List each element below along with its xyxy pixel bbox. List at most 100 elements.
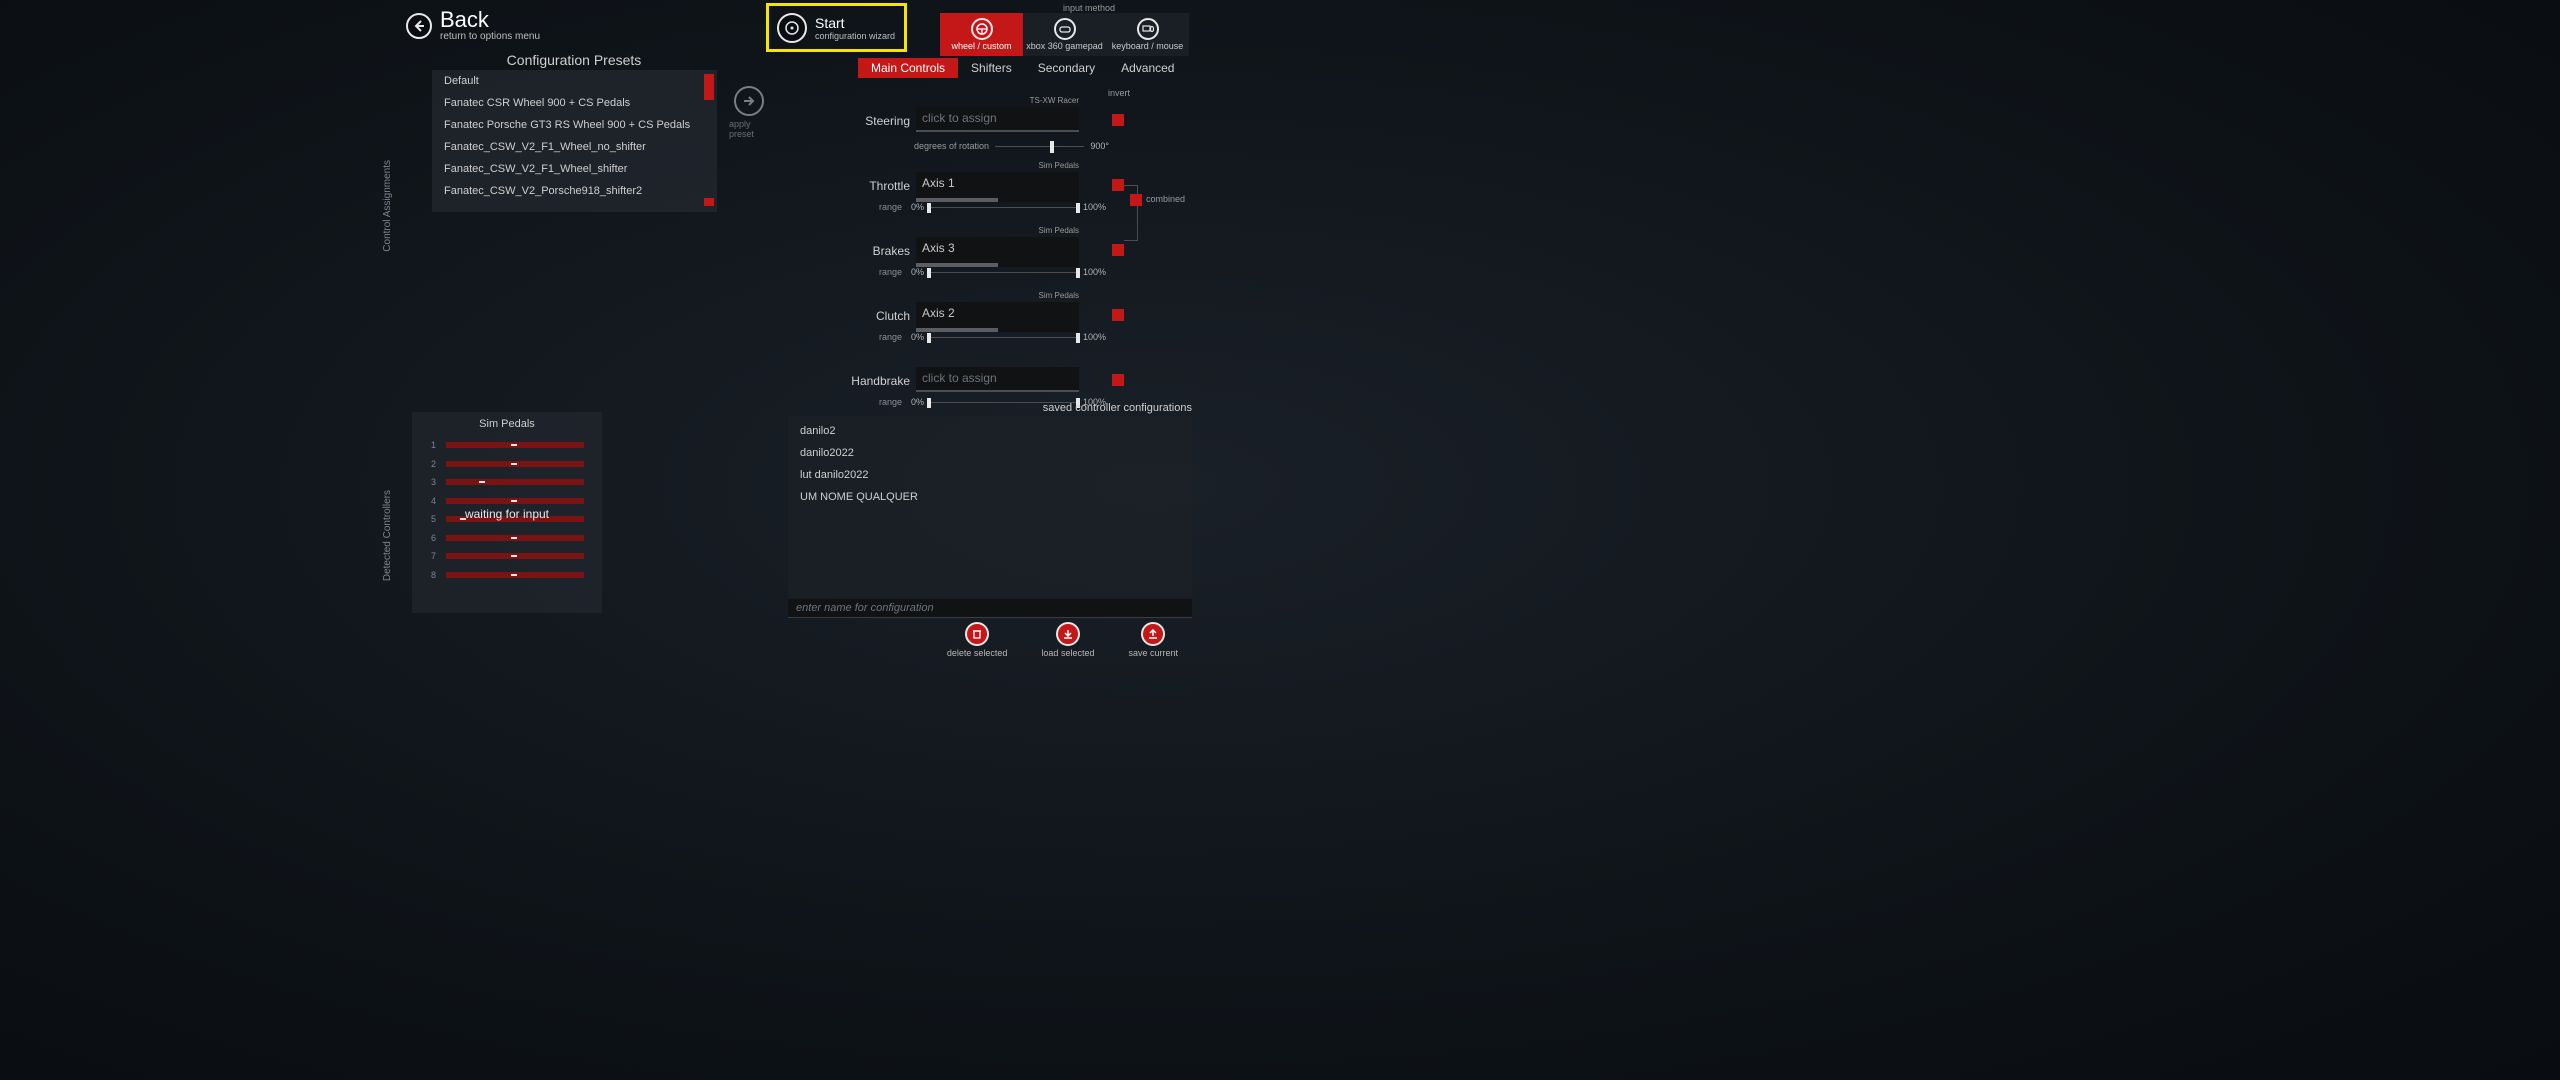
brakes-range-max: 100% — [1083, 267, 1106, 277]
control-tabs: Main Controls Shifters Secondary Advance… — [858, 58, 1187, 78]
saved-configs-panel: danilo2 danilo2022 lut danilo2022 UM NOM… — [788, 416, 1192, 598]
saved-configs-title: saved controller configurations — [1043, 402, 1192, 414]
axis-bar-1 — [446, 442, 584, 448]
axis-bar-5 — [446, 516, 584, 522]
clutch-range-slider[interactable] — [927, 337, 1080, 338]
handbrake-invert-checkbox[interactable] — [1112, 374, 1124, 386]
start-title: Start — [815, 15, 895, 31]
back-arrow-icon — [406, 13, 432, 39]
throttle-range-max: 100% — [1083, 202, 1106, 212]
handbrake-placeholder: click to assign — [916, 367, 1079, 389]
brakes-value: Axis 3 — [916, 237, 1079, 259]
apply-preset-label: apply preset — [729, 119, 769, 139]
presets-panel: Default Fanatec CSR Wheel 900 + CS Pedal… — [432, 70, 717, 212]
steering-label: Steering — [834, 114, 910, 128]
axis-bar-8 — [446, 572, 584, 578]
combined-checkbox[interactable] — [1130, 194, 1142, 206]
load-label: load selected — [1041, 648, 1094, 658]
input-method-label: input method — [1029, 3, 1149, 13]
throttle-invert-checkbox[interactable] — [1112, 179, 1124, 191]
axis-bar-6 — [446, 535, 584, 541]
throttle-assign[interactable]: Axis 1 — [916, 172, 1079, 202]
saved-config-item[interactable]: danilo2 — [788, 420, 1192, 442]
start-subtitle: configuration wizard — [815, 31, 895, 41]
tab-shifters[interactable]: Shifters — [958, 58, 1025, 78]
tab-secondary[interactable]: Secondary — [1025, 58, 1108, 78]
deg-rotation-label: degrees of rotation — [879, 141, 989, 151]
clutch-device: Sim Pedals — [916, 291, 1079, 300]
preset-item[interactable]: Fanatec Porsche GT3 RS Wheel 900 + CS Pe… — [432, 114, 717, 136]
input-method-gamepad[interactable]: xbox 360 gamepad — [1023, 13, 1106, 56]
throttle-device: Sim Pedals — [916, 161, 1079, 170]
axis-bar-7 — [446, 553, 584, 559]
handbrake-label: Handbrake — [834, 374, 910, 388]
load-selected-button[interactable]: load selected — [1041, 622, 1094, 658]
brakes-range-slider[interactable] — [927, 272, 1080, 273]
steering-placeholder: click to assign — [916, 107, 1079, 129]
method-kbm-label: keyboard / mouse — [1112, 41, 1184, 51]
steering-invert-checkbox[interactable] — [1112, 114, 1124, 126]
detected-panel: Sim Pedals 1 2 3 4 5 6 7 8 waiting for i… — [412, 412, 602, 613]
clutch-assign[interactable]: Axis 2 — [916, 302, 1079, 332]
wheel-icon — [971, 18, 993, 40]
tab-main-controls[interactable]: Main Controls — [858, 58, 958, 78]
clutch-value: Axis 2 — [916, 302, 1079, 324]
clutch-range-min: 0% — [911, 332, 924, 342]
brakes-invert-checkbox[interactable] — [1112, 244, 1124, 256]
preset-item[interactable]: Fanatec_CSW_V2_F1_Wheel_no_shifter — [432, 136, 717, 158]
saved-config-item[interactable]: danilo2022 — [788, 442, 1192, 464]
tab-advanced[interactable]: Advanced — [1108, 58, 1187, 78]
preset-scrollbar-end[interactable] — [704, 198, 714, 206]
input-method-wheel[interactable]: wheel / custom — [940, 13, 1023, 56]
combined-label: combined — [1146, 194, 1185, 204]
preset-item[interactable]: Default — [432, 70, 717, 92]
clutch-range-max: 100% — [1083, 332, 1106, 342]
delete-icon — [965, 622, 989, 646]
throttle-range-min: 0% — [911, 202, 924, 212]
throttle-range-slider[interactable] — [927, 207, 1080, 208]
clutch-range-label: range — [879, 332, 902, 342]
wizard-wheel-icon — [777, 13, 807, 43]
apply-arrow-icon — [734, 86, 764, 116]
delete-selected-button[interactable]: delete selected — [947, 622, 1008, 658]
save-current-button[interactable]: save current — [1128, 622, 1178, 658]
brakes-label: Brakes — [834, 244, 910, 258]
throttle-range-label: range — [879, 202, 902, 212]
load-icon — [1056, 622, 1080, 646]
deg-rotation-value: 900° — [1090, 141, 1109, 151]
back-title: Back — [440, 9, 540, 31]
saved-config-item[interactable]: UM NOME QUALQUER — [788, 486, 1192, 508]
delete-label: delete selected — [947, 648, 1008, 658]
start-wizard-button[interactable]: Start configuration wizard — [766, 3, 907, 52]
brakes-device: Sim Pedals — [916, 226, 1079, 235]
main-controls-panel: invert TS-XW Racer Steering click to ass… — [834, 84, 1192, 359]
save-label: save current — [1128, 648, 1178, 658]
brakes-assign[interactable]: Axis 3 — [916, 237, 1079, 267]
presets-title: Configuration Presets — [419, 52, 729, 68]
preset-scrollbar-thumb[interactable] — [704, 74, 714, 100]
preset-item[interactable]: Fanatec_CSW_V2_F1_Wheel_shifter — [432, 158, 717, 180]
axis-bar-2 — [446, 461, 584, 467]
kbm-icon — [1137, 18, 1159, 40]
brakes-range-label: range — [879, 267, 902, 277]
deg-rotation-slider[interactable] — [995, 146, 1084, 147]
apply-preset-button[interactable]: apply preset — [729, 86, 769, 139]
input-method-kbm[interactable]: keyboard / mouse — [1106, 13, 1189, 56]
save-icon — [1141, 622, 1165, 646]
preset-item[interactable]: Fanatec_CSW_V2_Porsche918_shifter2 — [432, 180, 717, 202]
clutch-invert-checkbox[interactable] — [1112, 309, 1124, 321]
clutch-label: Clutch — [834, 309, 910, 323]
throttle-value: Axis 1 — [916, 172, 1079, 194]
steering-assign[interactable]: click to assign — [916, 107, 1079, 132]
method-gamepad-label: xbox 360 gamepad — [1026, 41, 1103, 51]
back-button[interactable]: Back return to options menu — [406, 9, 540, 42]
config-name-input[interactable] — [788, 599, 1192, 618]
brakes-range-min: 0% — [911, 267, 924, 277]
axis-bar-4 — [446, 498, 584, 504]
saved-config-item[interactable]: lut danilo2022 — [788, 464, 1192, 486]
control-assignments-label: Control Assignments — [382, 160, 393, 252]
method-wheel-label: wheel / custom — [951, 41, 1011, 51]
handbrake-assign[interactable]: click to assign — [916, 367, 1079, 392]
preset-item[interactable]: Fanatec CSR Wheel 900 + CS Pedals — [432, 92, 717, 114]
steering-device: TS-XW Racer — [916, 96, 1079, 105]
